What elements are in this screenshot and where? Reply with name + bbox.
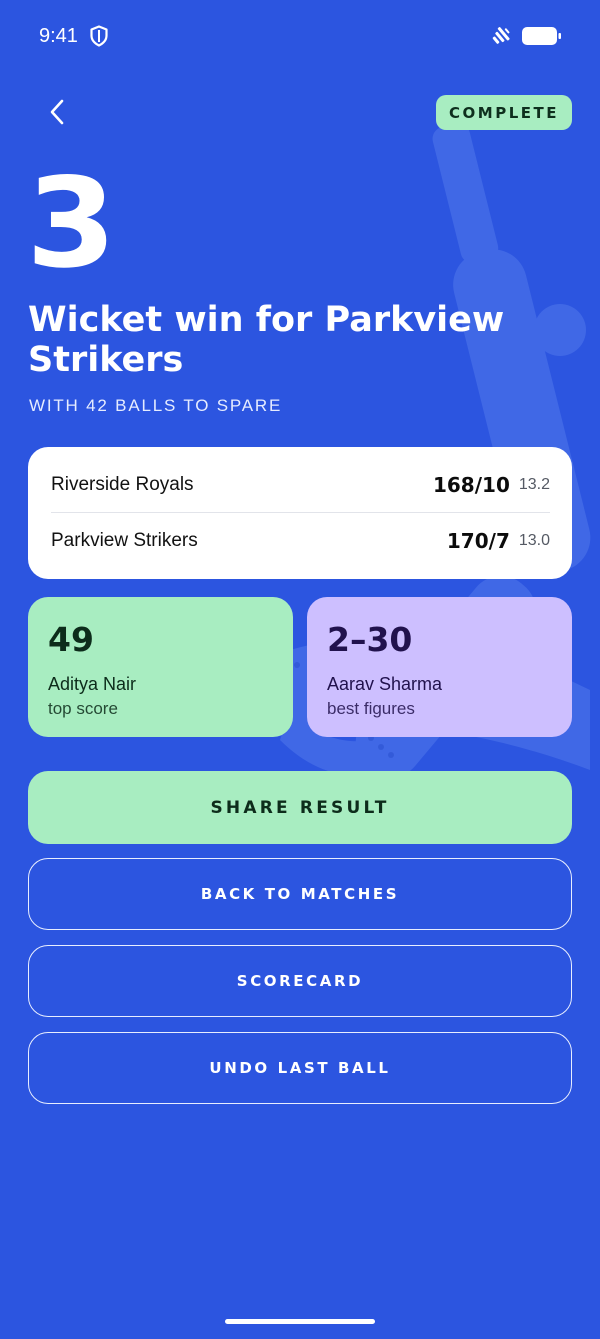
stat-value: 2–30 bbox=[327, 620, 413, 659]
shield-icon bbox=[90, 25, 108, 47]
best-figures-card: 2–30 Aarav Sharma best figures bbox=[307, 597, 572, 737]
team-score: 168/10 bbox=[432, 472, 510, 497]
back-to-matches-button[interactable]: BACK TO MATCHES bbox=[28, 858, 572, 930]
team-row: Riverside Royals 168/10 13.2 bbox=[51, 457, 550, 513]
team-score: 170/7 bbox=[446, 529, 510, 553]
undo-last-ball-button[interactable]: UNDO LAST BALL bbox=[28, 1032, 572, 1104]
wifi-icon bbox=[492, 27, 510, 44]
team-overs: 13.0 bbox=[518, 532, 550, 549]
result-title: Wicket win for Parkview Strikers bbox=[28, 300, 505, 380]
stat-caption: best figures bbox=[327, 699, 415, 718]
win-margin: 3 bbox=[26, 152, 117, 296]
stat-player: Aarav Sharma bbox=[327, 674, 443, 694]
back-chevron-icon bbox=[50, 99, 64, 125]
home-indicator[interactable] bbox=[225, 1319, 375, 1324]
stat-caption: top score bbox=[48, 699, 118, 718]
scorecard-button[interactable]: SCORECARD bbox=[28, 945, 572, 1017]
status-time: 9:41 bbox=[39, 25, 78, 47]
result-subtitle: WITH 42 BALLS TO SPARE bbox=[29, 396, 283, 415]
status-badge: COMPLETE bbox=[436, 95, 572, 130]
stat-player: Aditya Nair bbox=[48, 674, 137, 694]
top-score-card: 49 Aditya Nair top score bbox=[28, 597, 293, 737]
team-name: Riverside Royals bbox=[51, 473, 194, 495]
team-overs: 13.2 bbox=[518, 475, 550, 493]
stat-value: 49 bbox=[48, 620, 94, 659]
scorecard-summary: Riverside Royals 168/10 13.2 Parkview St… bbox=[28, 447, 572, 579]
status-bar: 9:41 bbox=[0, 0, 600, 72]
team-name: Parkview Strikers bbox=[51, 530, 198, 551]
share-result-button[interactable]: SHARE RESULT bbox=[28, 771, 572, 844]
battery-icon bbox=[522, 27, 561, 45]
team-row: Parkview Strikers 170/7 13.0 bbox=[51, 513, 550, 569]
back-button[interactable] bbox=[36, 90, 78, 134]
